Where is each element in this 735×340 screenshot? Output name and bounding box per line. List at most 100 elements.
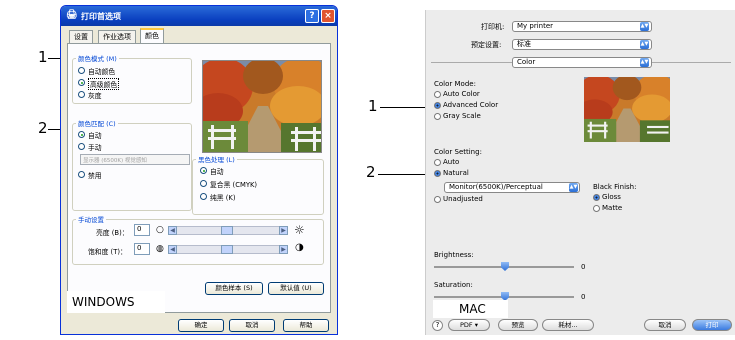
callout-1-mac: 1 bbox=[368, 97, 378, 115]
printer-label: 打印机: bbox=[481, 23, 505, 31]
preview-image bbox=[584, 77, 670, 142]
color-mode-title: Color Mode: bbox=[434, 80, 476, 88]
gloss-radio[interactable] bbox=[593, 194, 600, 201]
black-auto-radio[interactable] bbox=[200, 167, 207, 174]
brightness-left-arrow[interactable]: ◀ bbox=[168, 226, 177, 235]
help-icon[interactable]: ? bbox=[305, 9, 319, 23]
auto-color-radio[interactable] bbox=[78, 67, 85, 74]
callout-1-windows: 1 bbox=[38, 48, 48, 66]
mac-print-dialog: 打印机: My printer ▲▼ 预定设置: 标准 ▲▼ Color ▲▼ … bbox=[425, 10, 735, 335]
brightness-value: 0 bbox=[581, 263, 586, 271]
preset-select-arrow-icon[interactable]: ▲▼ bbox=[640, 40, 649, 49]
preset-label: 预定设置: bbox=[471, 41, 502, 49]
advanced-color-label: 高级颜色 bbox=[88, 78, 120, 90]
matching-auto-radio[interactable] bbox=[78, 131, 85, 138]
brightness-label: 亮度 (B)： bbox=[96, 229, 129, 237]
high-saturation-icon: ◑ bbox=[295, 242, 304, 253]
unadjusted-label: Unadjusted bbox=[443, 195, 483, 203]
platform-label-mac: MAC bbox=[433, 300, 508, 318]
advanced-color-label: Advanced Color bbox=[443, 101, 499, 109]
callout-line bbox=[378, 174, 430, 175]
title-bar: 🖨 打印首选项 bbox=[61, 6, 337, 26]
monitor-profile-dropdown[interactable]: 显示器 (6500K) 视觉感知 bbox=[80, 154, 190, 165]
grayscale-radio[interactable] bbox=[78, 91, 85, 98]
pdf-button[interactable]: PDF ▾ bbox=[448, 319, 490, 331]
preview-image bbox=[202, 60, 322, 153]
pure-black-radio[interactable] bbox=[200, 193, 207, 200]
saturation-right-arrow[interactable]: ▶ bbox=[279, 245, 288, 254]
matching-manual-radio[interactable] bbox=[78, 143, 85, 150]
callout-2-mac: 2 bbox=[366, 163, 376, 181]
callout-line bbox=[380, 107, 430, 108]
advanced-color-radio[interactable] bbox=[434, 102, 441, 109]
brightness-thumb[interactable] bbox=[221, 226, 233, 235]
unadjusted-radio[interactable] bbox=[434, 196, 441, 203]
preset-select[interactable]: 标准 bbox=[512, 39, 652, 50]
preview-button[interactable]: 预览 bbox=[498, 319, 538, 331]
low-brightness-icon: ○ bbox=[156, 225, 164, 235]
close-icon[interactable]: × bbox=[321, 9, 335, 23]
saturation-thumb[interactable] bbox=[221, 245, 233, 254]
composite-black-radio[interactable] bbox=[200, 180, 207, 187]
matte-radio[interactable] bbox=[593, 205, 600, 212]
saturation-label: Saturation: bbox=[434, 281, 473, 289]
gray-scale-radio[interactable] bbox=[434, 113, 441, 120]
platform-label-windows: WINDOWS bbox=[67, 291, 165, 313]
disable-label: 禁用 bbox=[88, 172, 102, 180]
auto-color-radio[interactable] bbox=[434, 91, 441, 98]
saturation-left-arrow[interactable]: ◀ bbox=[168, 245, 177, 254]
matte-label: Matte bbox=[602, 204, 623, 212]
printer-select-arrow-icon[interactable]: ▲▼ bbox=[640, 22, 649, 31]
tab-settings[interactable]: 设置 bbox=[69, 30, 93, 43]
gloss-label: Gloss bbox=[602, 193, 621, 201]
tab-color[interactable]: 颜色 bbox=[140, 28, 164, 44]
gray-scale-label: Gray Scale bbox=[443, 112, 481, 120]
black-auto-label: 自动 bbox=[210, 168, 224, 176]
saturation-value: 0 bbox=[581, 293, 586, 301]
defaults-button[interactable]: 默认值 (U) bbox=[268, 282, 324, 295]
color-sample-button[interactable]: 颜色样本 (S) bbox=[205, 282, 263, 295]
natural-label: Natural bbox=[443, 169, 469, 177]
supplies-button[interactable]: 耗材... bbox=[542, 319, 594, 331]
composite-black-label: 复合黑 (CMYK) bbox=[210, 181, 258, 189]
matching-auto-label: 自动 bbox=[88, 132, 102, 140]
print-button[interactable]: 打印 bbox=[692, 319, 732, 331]
brightness-thumb[interactable] bbox=[501, 262, 509, 271]
callout-2-windows: 2 bbox=[38, 119, 48, 137]
saturation-input[interactable]: 0 bbox=[134, 243, 150, 255]
help-button[interactable]: 帮助 bbox=[283, 319, 329, 332]
disable-radio[interactable] bbox=[78, 171, 85, 178]
cancel-button[interactable]: 取消 bbox=[229, 319, 275, 332]
low-saturation-icon: ◍ bbox=[156, 244, 164, 254]
black-finish-title: Black Finish: bbox=[593, 183, 637, 191]
auto-color-label: Auto Color bbox=[443, 90, 480, 98]
grayscale-label: 灰度 bbox=[88, 92, 102, 100]
matching-manual-label: 手动 bbox=[88, 144, 102, 152]
setting-auto-radio[interactable] bbox=[434, 159, 441, 166]
manual-settings-title: 手动设置 bbox=[76, 214, 106, 224]
monitor-select-arrow-icon[interactable]: ▲▼ bbox=[569, 183, 578, 192]
color-mode-title: 颜色模式 (M) bbox=[76, 53, 119, 63]
printer-select[interactable]: My printer bbox=[512, 21, 652, 32]
color-matching-title: 颜色匹配 (C) bbox=[76, 118, 118, 128]
sun-icon: ☼ bbox=[294, 223, 305, 237]
setting-auto-label: Auto bbox=[443, 158, 460, 166]
ok-button[interactable]: 确定 bbox=[178, 319, 224, 332]
tab-job-options[interactable]: 作业选项 bbox=[98, 30, 136, 43]
cancel-button[interactable]: 取消 bbox=[644, 319, 686, 331]
monitor-profile-select[interactable]: Monitor(6500K)/Perceptual bbox=[444, 182, 580, 193]
brightness-right-arrow[interactable]: ▶ bbox=[279, 226, 288, 235]
panel-select-arrow-icon[interactable]: ▲▼ bbox=[640, 58, 649, 67]
natural-radio[interactable] bbox=[434, 170, 441, 177]
color-setting-title: Color Setting: bbox=[434, 148, 482, 156]
saturation-label: 饱和度 (T)： bbox=[88, 248, 127, 256]
advanced-color-radio[interactable] bbox=[78, 79, 85, 86]
pure-black-label: 纯黑 (K) bbox=[210, 194, 236, 202]
windows-print-preferences-dialog: 🖨 打印首选项 ? × 设置 作业选项 颜色 颜色模式 (M) 自动颜色 高级颜… bbox=[60, 5, 338, 335]
panel-select[interactable]: Color bbox=[512, 57, 652, 68]
help-icon[interactable]: ? bbox=[432, 320, 443, 331]
brightness-input[interactable]: 0 bbox=[134, 224, 150, 236]
brightness-label: Brightness: bbox=[434, 251, 474, 259]
color-tab-panel: 颜色模式 (M) 自动颜色 高级颜色 灰度 颜色匹配 (C) 自动 手动 显示器… bbox=[67, 43, 331, 313]
dialog-title: 打印首选项 bbox=[81, 12, 121, 21]
